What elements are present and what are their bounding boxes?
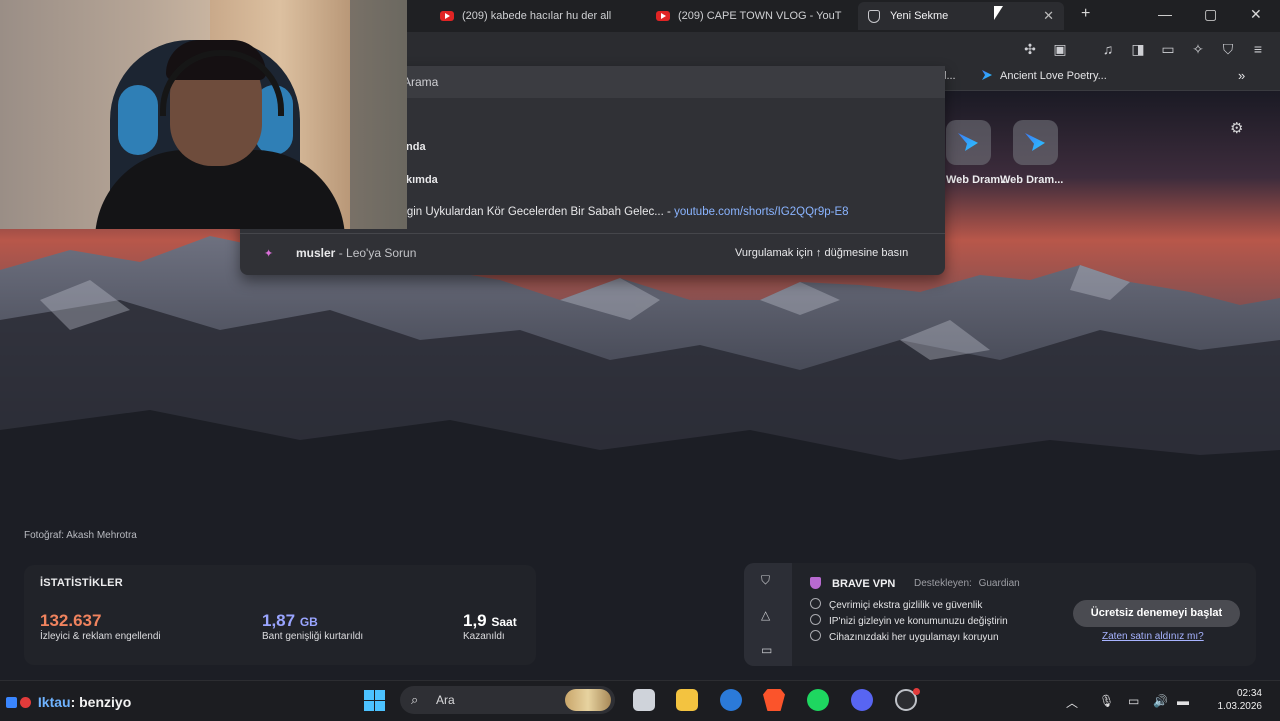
brave-vpn-widget: ⛉ △ ▭ BRAVE VPN Destekleyen: Guardian Çe… bbox=[744, 563, 1256, 666]
sidebar-icon[interactable]: ◨ bbox=[1129, 40, 1147, 58]
bing-icon bbox=[982, 70, 992, 80]
suggestion-item[interactable]: nda bbox=[406, 141, 426, 153]
youtube-icon bbox=[656, 11, 670, 21]
top-site-tile[interactable] bbox=[946, 120, 991, 165]
chat-overlay: Iktau: benziyo bbox=[6, 694, 131, 710]
widget-switcher: ⛉ △ ▭ bbox=[744, 563, 792, 666]
discord-icon[interactable] bbox=[851, 689, 873, 711]
stats-widget: İSTATİSTİKLER 132.637 İzleyici & reklam … bbox=[24, 565, 536, 665]
bookmark-item[interactable]: Ancient Love Poetry... bbox=[982, 70, 1107, 82]
stat-bandwidth-value: 1,87 GB bbox=[262, 611, 318, 630]
file-explorer-icon[interactable] bbox=[676, 689, 698, 711]
guardian-logo: Guardian bbox=[978, 578, 1020, 589]
already-purchased-link[interactable]: Zaten satın aldınız mı? bbox=[1102, 631, 1204, 642]
vpn-title: BRAVE VPN bbox=[832, 578, 896, 590]
battery-icon[interactable]: ▬ bbox=[1177, 694, 1189, 708]
bookmarks-overflow-button[interactable]: » bbox=[1238, 68, 1245, 83]
vpn-logo-icon bbox=[810, 577, 821, 589]
task-view-icon[interactable] bbox=[633, 689, 655, 711]
webcam-overlay bbox=[0, 0, 407, 229]
taskbar-search-placeholder: Ara bbox=[436, 693, 455, 707]
clock-date: 1.03.2026 bbox=[1217, 701, 1263, 712]
badge-icon bbox=[6, 697, 17, 708]
stat-time-value: 1,9 Saat bbox=[463, 611, 517, 630]
suggestion-title: rgin Uykulardan Kör Gecelerden Bir Sabah… bbox=[403, 206, 664, 218]
leo-query: musler bbox=[296, 246, 336, 260]
suggestion-item[interactable]: kımda bbox=[406, 174, 438, 186]
suggestion-item[interactable]: rgin Uykulardan Kör Gecelerden Bir Sabah… bbox=[403, 206, 849, 218]
notification-dot bbox=[913, 688, 920, 695]
bookmark-label: Ancient Love Poetry... bbox=[1000, 70, 1107, 82]
top-site-tile[interactable] bbox=[1013, 120, 1058, 165]
network-icon[interactable]: ▭ bbox=[1128, 694, 1139, 708]
tab-youtube-2[interactable]: (209) CAPE TOWN VLOG - YouT bbox=[656, 4, 846, 28]
check-icon bbox=[810, 614, 821, 625]
brave-shield-icon bbox=[868, 9, 880, 23]
suggestion-url: youtube.com/shorts/IG2QQr9p-E8 bbox=[674, 206, 849, 218]
extensions-icon[interactable]: ✣ bbox=[1021, 40, 1039, 58]
badge-icon bbox=[20, 697, 31, 708]
check-icon bbox=[810, 598, 821, 609]
stats-title: İSTATİSTİKLER bbox=[40, 577, 123, 589]
search-placeholder: Arama bbox=[403, 75, 439, 89]
search-highlight-image bbox=[565, 689, 611, 711]
stat-bandwidth-label: Bant genişliği kurtarıldı bbox=[262, 631, 364, 642]
tab-new-tab[interactable]: Yeni Sekme ✕ bbox=[858, 2, 1064, 30]
suggestion-separator: - bbox=[667, 206, 671, 218]
top-site-label: Web Dram... bbox=[1000, 174, 1064, 186]
stat-blocked-value: 132.637 bbox=[40, 611, 102, 630]
chat-username: Iktau bbox=[37, 694, 71, 710]
screenshot-icon[interactable]: ▣ bbox=[1051, 40, 1069, 58]
leo-suffix: - Leo'ya Sorun bbox=[338, 246, 417, 260]
tray-overflow-icon[interactable]: ︿ bbox=[1066, 694, 1078, 711]
chat-message: : benziyo bbox=[70, 694, 132, 710]
close-tab-icon[interactable]: ✕ bbox=[1043, 8, 1054, 24]
divider bbox=[240, 233, 945, 234]
speaker-icon[interactable]: 🔊 bbox=[1153, 694, 1168, 708]
leo-suggestion[interactable]: musler - Leo'ya Sorun bbox=[296, 246, 416, 260]
leo-icon: ✦ bbox=[264, 248, 274, 260]
tab-title: (209) kabede hacılar hu der all bbox=[462, 10, 612, 22]
shield-icon[interactable]: ⛉ bbox=[761, 573, 770, 588]
leo-ai-icon[interactable]: ✧ bbox=[1189, 40, 1207, 58]
maximize-button[interactable]: ▢ bbox=[1204, 6, 1217, 23]
menu-icon[interactable]: ≡ bbox=[1249, 40, 1267, 58]
media-icon[interactable]: ♫ bbox=[1099, 40, 1117, 58]
clock-time: 02:34 bbox=[1236, 688, 1262, 699]
youtube-icon bbox=[440, 11, 454, 21]
leo-hint: Vurgulamak için ↑ düğmesine basın bbox=[735, 247, 909, 259]
bing-icon bbox=[1025, 133, 1045, 151]
vpn-feature: IP'nizi gizleyin ve konumunuzu değiştiri… bbox=[810, 614, 1008, 627]
card-icon[interactable]: ▭ bbox=[761, 643, 772, 657]
check-icon bbox=[810, 630, 821, 641]
wallet-icon[interactable]: ▭ bbox=[1159, 40, 1177, 58]
bing-icon bbox=[958, 133, 978, 151]
spotify-icon[interactable] bbox=[807, 689, 829, 711]
close-window-button[interactable]: ✕ bbox=[1250, 6, 1262, 23]
bookmark-partial[interactable]: l... bbox=[944, 70, 956, 82]
outlook-icon[interactable] bbox=[720, 689, 742, 711]
vpn-icon[interactable]: ⛉ bbox=[1219, 40, 1237, 58]
windows-start-icon[interactable] bbox=[364, 690, 385, 711]
search-icon: ⌕ bbox=[411, 692, 419, 707]
system-clock[interactable]: 02:34 1.03.2026 bbox=[1206, 687, 1263, 713]
tab-youtube-1[interactable]: (209) kabede hacılar hu der all bbox=[440, 4, 630, 28]
tab-title: Yeni Sekme bbox=[890, 10, 949, 22]
vpn-supported-by: Destekleyen: Guardian bbox=[914, 578, 1020, 589]
minimize-button[interactable]: — bbox=[1158, 6, 1172, 22]
mouse-cursor-icon bbox=[994, 6, 1003, 20]
new-tab-button[interactable]: + bbox=[1081, 5, 1090, 23]
vpn-feature: Cihazınızdaki her uygulamayı koruyun bbox=[810, 630, 999, 643]
stat-time-label: Kazanıldı bbox=[463, 631, 505, 642]
vpn-feature: Çevrimiçi ekstra gizlilik ve güvenlik bbox=[810, 598, 982, 611]
photo-credit[interactable]: Fotoğraf: Akash Mehrotra bbox=[24, 530, 137, 541]
triangle-icon[interactable]: △ bbox=[761, 608, 770, 622]
tab-title: (209) CAPE TOWN VLOG - YouT bbox=[678, 10, 842, 22]
gear-icon[interactable]: ⚙ bbox=[1230, 119, 1243, 137]
microphone-icon[interactable]: 🎙 bbox=[1099, 694, 1114, 708]
stat-blocked-label: İzleyici & reklam engellendi bbox=[40, 631, 161, 642]
start-trial-button[interactable]: Ücretsiz denemeyi başlat bbox=[1073, 600, 1240, 627]
